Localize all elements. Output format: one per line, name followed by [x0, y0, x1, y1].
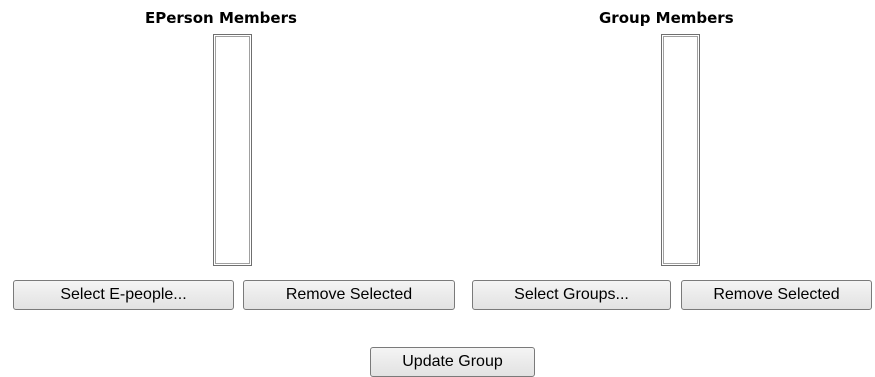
remove-selected-epeople-button[interactable]: Remove Selected — [243, 280, 455, 310]
group-members-heading: Group Members — [599, 9, 734, 27]
select-epeople-button[interactable]: Select E-people... — [13, 280, 234, 310]
eperson-members-list[interactable] — [213, 34, 252, 266]
group-members-list[interactable] — [661, 34, 700, 266]
select-groups-button[interactable]: Select Groups... — [472, 280, 671, 310]
eperson-members-heading: EPerson Members — [145, 9, 297, 27]
update-group-button[interactable]: Update Group — [370, 347, 535, 377]
remove-selected-groups-button[interactable]: Remove Selected — [681, 280, 872, 310]
